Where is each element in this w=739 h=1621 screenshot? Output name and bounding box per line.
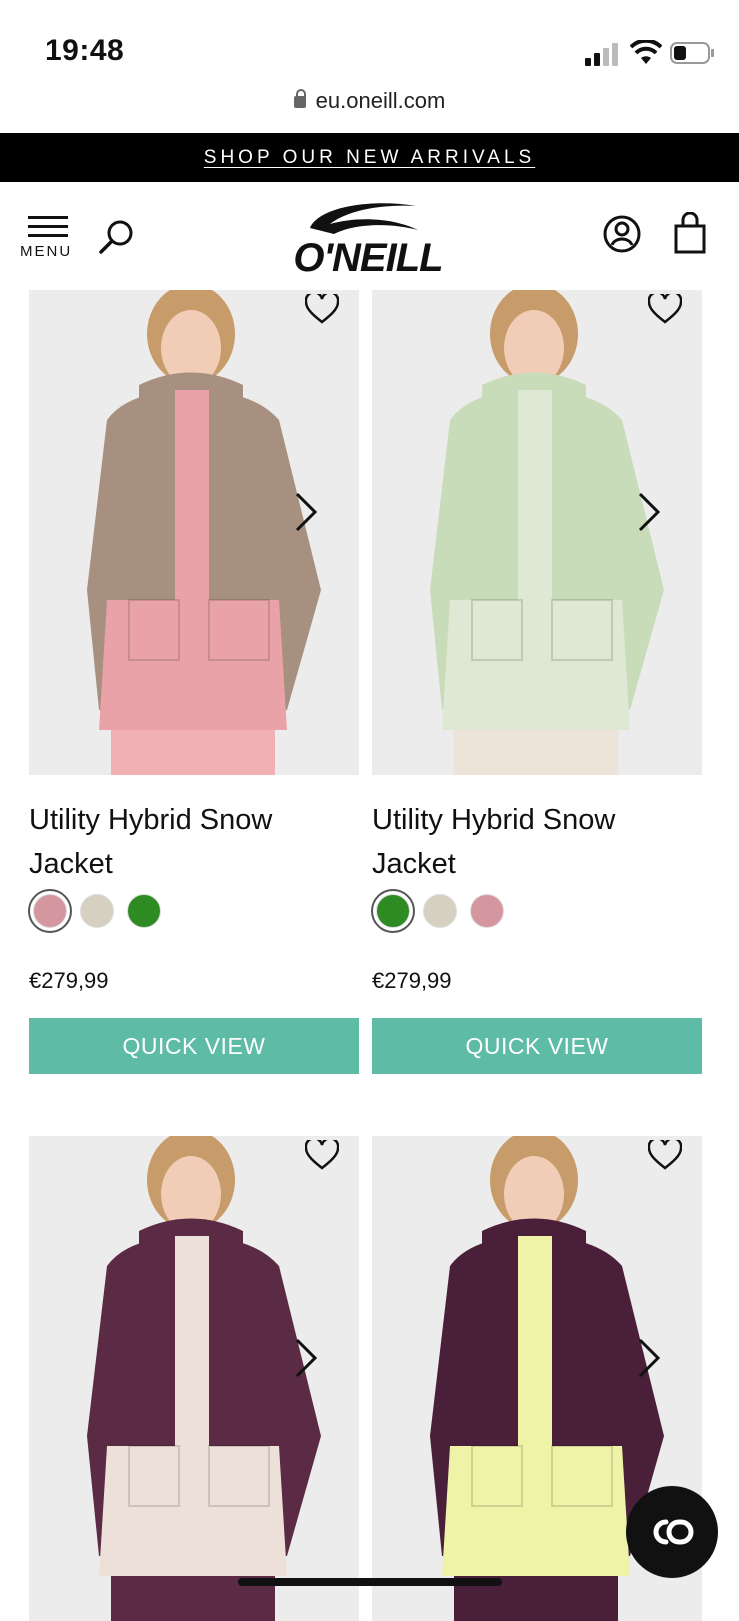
heart-icon[interactable] bbox=[648, 294, 682, 324]
status-time: 19:48 bbox=[45, 34, 125, 67]
quick-view-button[interactable]: QUICK VIEW bbox=[372, 1018, 702, 1074]
brand-logo[interactable]: O'NEILL bbox=[258, 200, 478, 280]
chevron-right-icon[interactable] bbox=[293, 1336, 319, 1380]
lock-icon bbox=[293, 89, 306, 108]
heart-icon[interactable] bbox=[305, 294, 339, 324]
color-swatch[interactable] bbox=[28, 889, 72, 933]
home-indicator bbox=[238, 1578, 502, 1586]
heart-icon[interactable] bbox=[305, 1140, 339, 1170]
promo-link[interactable]: SHOP OUR NEW ARRIVALS bbox=[204, 147, 535, 168]
color-swatches bbox=[371, 889, 517, 934]
color-swatch[interactable] bbox=[470, 894, 504, 928]
chevron-right-icon[interactable] bbox=[293, 490, 319, 534]
account-icon[interactable] bbox=[602, 214, 642, 254]
menu-button[interactable]: MENU bbox=[20, 216, 76, 264]
chevron-right-icon[interactable] bbox=[636, 1336, 662, 1380]
heart-icon[interactable] bbox=[648, 1140, 682, 1170]
bag-icon[interactable] bbox=[672, 212, 708, 254]
promo-banner[interactable]: SHOP OUR NEW ARRIVALS bbox=[0, 133, 739, 182]
color-swatch[interactable] bbox=[80, 894, 114, 928]
color-swatch[interactable] bbox=[423, 894, 457, 928]
menu-label: MENU bbox=[20, 243, 73, 260]
chat-icon bbox=[653, 1519, 694, 1545]
brand-wordmark: O'NEILL bbox=[293, 236, 443, 280]
color-swatch[interactable] bbox=[371, 889, 415, 933]
battery-icon bbox=[670, 42, 714, 64]
quick-view-button[interactable]: QUICK VIEW bbox=[29, 1018, 359, 1074]
wave-logo-icon bbox=[310, 203, 418, 234]
product-price: €279,99 bbox=[372, 968, 452, 993]
product-title[interactable]: Utility Hybrid Snow Jacket bbox=[372, 798, 702, 886]
color-swatch[interactable] bbox=[127, 894, 161, 928]
url-text: eu.oneill.com bbox=[315, 88, 446, 113]
status-bar: 19:48 bbox=[0, 0, 739, 80]
site-header: MENU O'NEILL bbox=[0, 182, 739, 290]
menu-icon bbox=[20, 216, 76, 237]
wifi-icon bbox=[630, 40, 662, 64]
chevron-right-icon[interactable] bbox=[636, 490, 662, 534]
search-icon[interactable] bbox=[98, 218, 136, 256]
product-title[interactable]: Utility Hybrid Snow Jacket bbox=[29, 798, 359, 886]
signal-icon bbox=[585, 42, 621, 66]
product-price: €279,99 bbox=[29, 968, 109, 993]
address-bar[interactable]: eu.oneill.com bbox=[0, 88, 739, 114]
chat-button[interactable] bbox=[626, 1486, 718, 1578]
color-swatches bbox=[28, 889, 174, 934]
